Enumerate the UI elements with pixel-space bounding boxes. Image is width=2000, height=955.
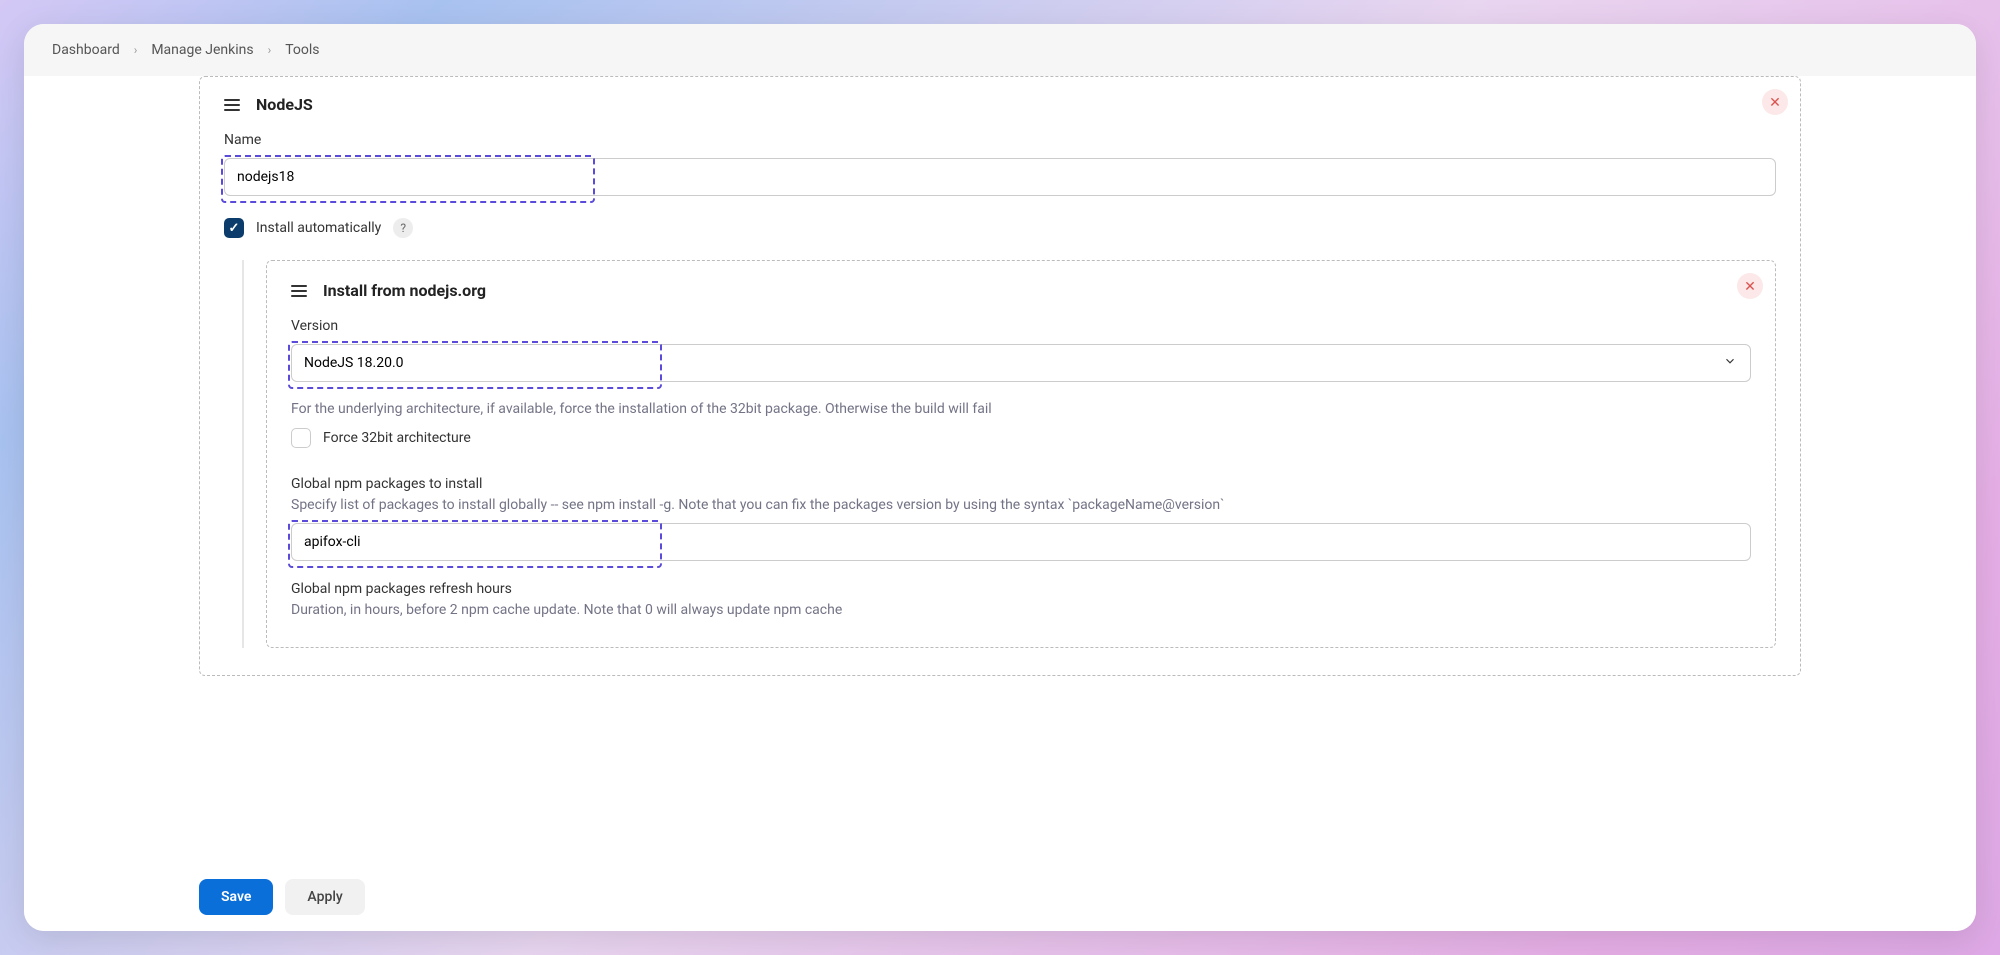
name-highlight <box>224 158 1776 196</box>
drag-handle-icon[interactable] <box>224 99 240 111</box>
installer-title: Install from nodejs.org <box>323 281 486 300</box>
installer-block: ✕ Install from nodejs.org Version <box>266 260 1776 648</box>
jenkins-tools-window: Dashboard › Manage Jenkins › Tools ✕ Nod… <box>24 24 1976 931</box>
refresh-group: Global npm packages refresh hours Durati… <box>291 581 1751 621</box>
name-field-group: Name <box>224 132 1776 196</box>
name-input[interactable] <box>224 158 1776 196</box>
version-field-group: Version <box>291 318 1751 382</box>
install-auto-row: Install automatically ? <box>224 218 1776 238</box>
nodejs-title: NodeJS <box>256 95 313 114</box>
global-pkg-group: Global npm packages to install Specify l… <box>291 476 1751 562</box>
force32-label: Force 32bit architecture <box>323 430 471 446</box>
breadcrumb-tools[interactable]: Tools <box>285 42 319 58</box>
force32-row: Force 32bit architecture <box>291 428 1751 448</box>
content-area: ✕ NodeJS Name Install automatically ? <box>24 76 1976 862</box>
force32-help: For the underlying architecture, if avai… <box>291 400 1751 420</box>
global-pkg-highlight <box>291 523 1751 561</box>
version-label: Version <box>291 318 1751 334</box>
installer-header: Install from nodejs.org <box>291 281 1751 300</box>
breadcrumb: Dashboard › Manage Jenkins › Tools <box>24 24 1976 76</box>
global-pkg-help: Specify list of packages to install glob… <box>291 496 1751 516</box>
name-label: Name <box>224 132 1776 148</box>
version-select[interactable] <box>291 344 1751 382</box>
global-pkg-label: Global npm packages to install <box>291 476 1751 492</box>
global-pkg-input[interactable] <box>291 523 1751 561</box>
action-bar: Save Apply <box>24 862 1976 931</box>
drag-handle-icon[interactable] <box>291 285 307 297</box>
breadcrumb-dashboard[interactable]: Dashboard <box>52 42 120 58</box>
remove-nodejs-button[interactable]: ✕ <box>1762 89 1788 115</box>
remove-installer-button[interactable]: ✕ <box>1737 273 1763 299</box>
force32-group: For the underlying architecture, if avai… <box>291 400 1751 448</box>
breadcrumb-manage-jenkins[interactable]: Manage Jenkins <box>151 42 253 58</box>
install-auto-label: Install automatically <box>256 220 381 236</box>
apply-button[interactable]: Apply <box>285 879 364 915</box>
version-highlight <box>291 344 1751 382</box>
install-auto-checkbox[interactable] <box>224 218 244 238</box>
refresh-help: Duration, in hours, before 2 npm cache u… <box>291 601 1751 621</box>
refresh-label: Global npm packages refresh hours <box>291 581 1751 597</box>
version-select-wrap <box>291 344 1751 382</box>
force32-checkbox[interactable] <box>291 428 311 448</box>
chevron-right-icon: › <box>268 43 272 57</box>
nodejs-header: NodeJS <box>224 95 1776 114</box>
main-panel: ✕ NodeJS Name Install automatically ? <box>199 76 1801 862</box>
chevron-right-icon: › <box>134 43 138 57</box>
save-button[interactable]: Save <box>199 879 273 915</box>
help-icon[interactable]: ? <box>393 218 413 238</box>
nodejs-installation-block: ✕ NodeJS Name Install automatically ? <box>199 76 1801 676</box>
installer-container: ✕ Install from nodejs.org Version <box>242 260 1776 648</box>
